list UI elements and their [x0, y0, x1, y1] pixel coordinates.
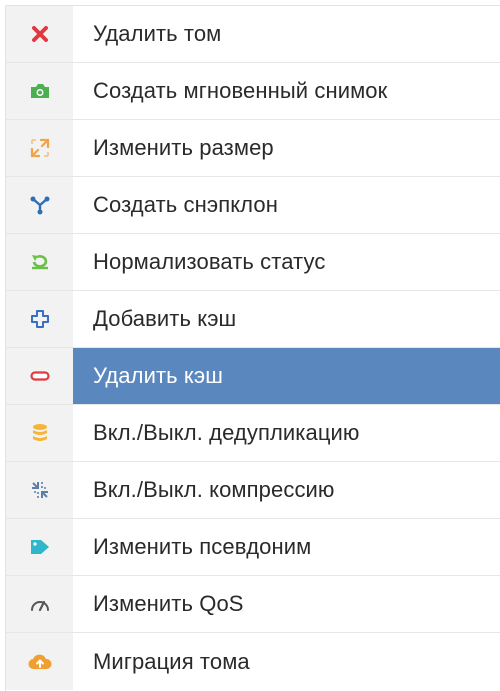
menu-item-label: Удалить кэш	[73, 348, 500, 404]
fork-icon	[6, 177, 73, 233]
minus-icon	[6, 348, 73, 404]
menu-item-label: Вкл./Выкл. компрессию	[93, 477, 335, 502]
menu-item-label: Изменить размер	[93, 135, 274, 160]
camera-icon	[6, 63, 73, 119]
gauge-icon	[6, 576, 73, 632]
menu-item-resize[interactable]: Изменить размер	[6, 120, 500, 177]
menu-item-normalize-status[interactable]: Нормализовать статус	[6, 234, 500, 291]
context-menu: Удалить том Создать мгновенный снимок Из…	[5, 5, 500, 691]
refresh-icon	[6, 234, 73, 290]
menu-item-label: Миграция тома	[93, 648, 250, 674]
plus-icon	[6, 291, 73, 347]
menu-item-create-snapclone[interactable]: Создать снэпклон	[6, 177, 500, 234]
menu-item-migrate-volume[interactable]: Миграция тома	[6, 633, 500, 690]
compress-icon	[6, 462, 73, 518]
menu-item-create-snapshot[interactable]: Создать мгновенный снимок	[6, 63, 500, 120]
menu-item-label: Нормализовать статус	[93, 249, 326, 274]
menu-item-label: Создать мгновенный снимок	[93, 78, 388, 103]
menu-item-label: Изменить QoS	[93, 591, 244, 616]
menu-item-label: Добавить кэш	[93, 306, 237, 331]
cloud-upload-icon	[6, 633, 73, 690]
menu-item-change-qos[interactable]: Изменить QoS	[6, 576, 500, 633]
menu-item-remove-cache[interactable]: Удалить кэш	[6, 348, 500, 405]
tag-icon	[6, 519, 73, 575]
menu-item-label: Создать снэпклон	[93, 192, 278, 217]
resize-icon	[6, 120, 73, 176]
menu-item-toggle-compression[interactable]: Вкл./Выкл. компрессию	[6, 462, 500, 519]
close-icon	[6, 6, 73, 62]
menu-item-change-alias[interactable]: Изменить псевдоним	[6, 519, 500, 576]
menu-item-label: Вкл./Выкл. дедупликацию	[93, 420, 360, 445]
menu-item-label: Изменить псевдоним	[93, 534, 312, 559]
database-icon	[6, 405, 73, 461]
menu-item-add-cache[interactable]: Добавить кэш	[6, 291, 500, 348]
menu-item-label: Удалить том	[93, 21, 222, 46]
menu-item-delete-volume[interactable]: Удалить том	[6, 6, 500, 63]
menu-item-toggle-dedup[interactable]: Вкл./Выкл. дедупликацию	[6, 405, 500, 462]
